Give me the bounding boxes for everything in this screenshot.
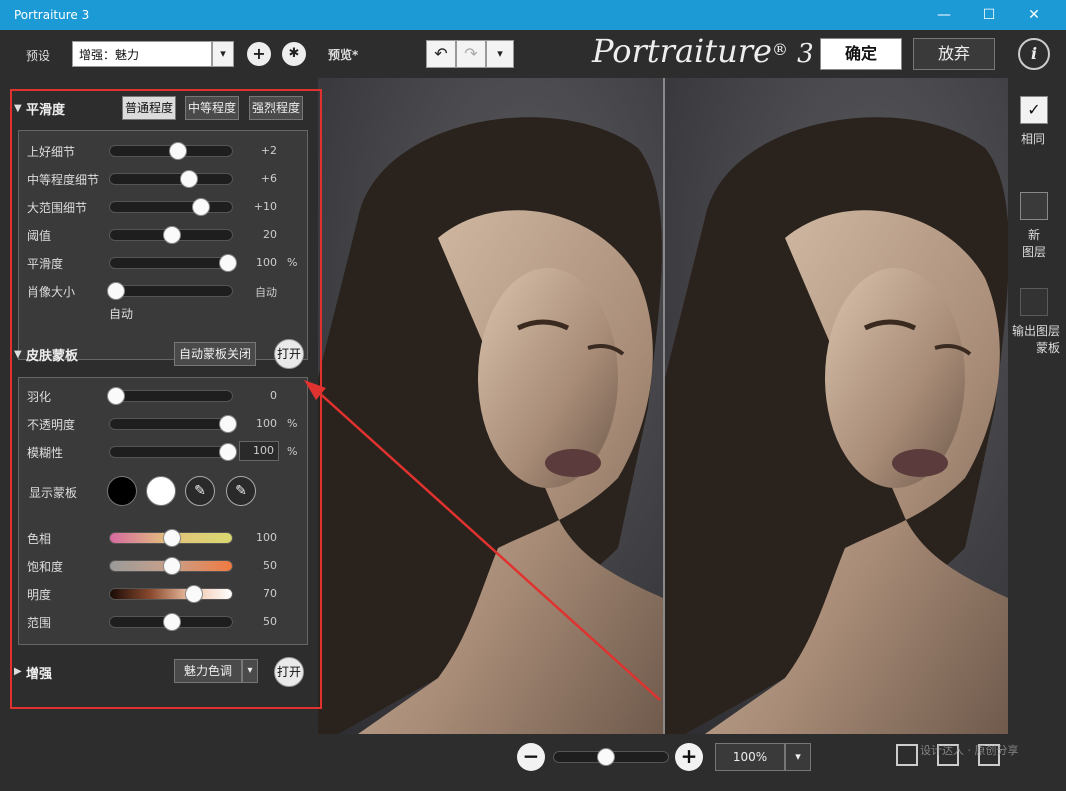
minimize-icon[interactable]: —: [922, 0, 966, 30]
window-title: Portraiture 3: [14, 8, 90, 22]
title-bar: Portraiture 3 — ☐ ✕: [0, 0, 1066, 30]
maximize-icon[interactable]: ☐: [967, 0, 1011, 30]
app-body: 预设 增强：魅力 ▾ + ✱ 预览* ↶ ↷ ▾ Portraiture® 3 …: [0, 30, 1066, 791]
close-icon[interactable]: ✕: [1012, 0, 1056, 30]
annotation-arrow: [304, 380, 661, 701]
